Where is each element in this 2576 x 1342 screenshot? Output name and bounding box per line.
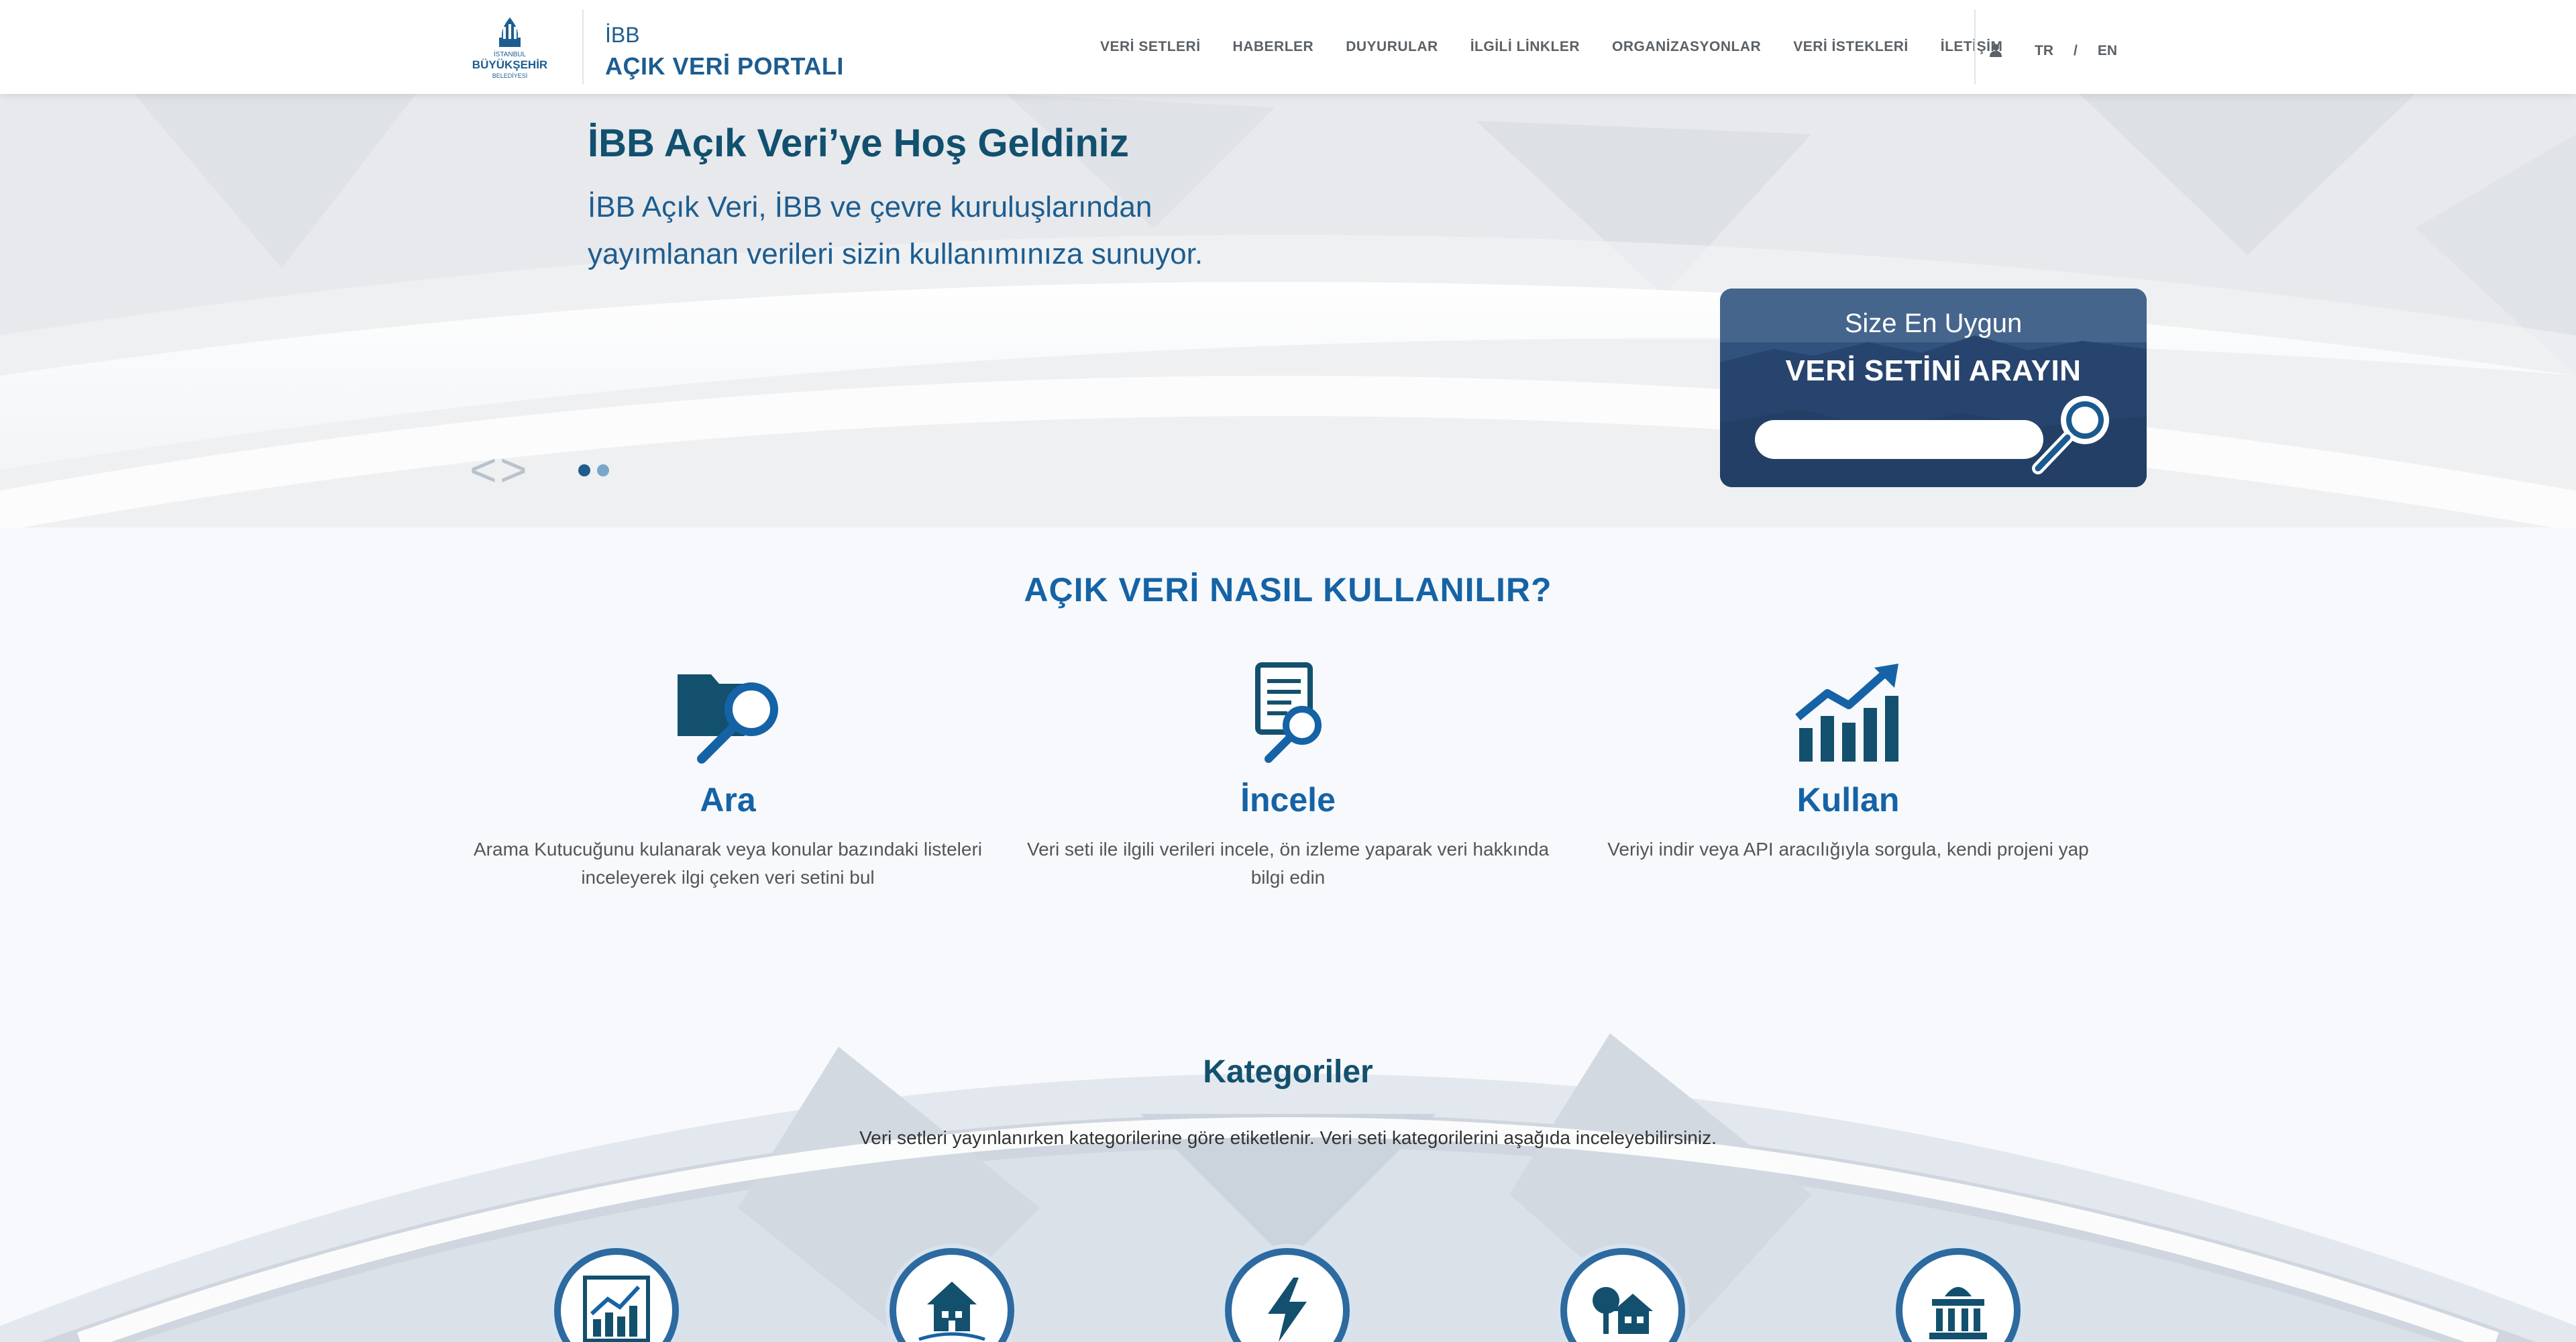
energy-bolt-icon	[1268, 1278, 1307, 1342]
brand-title[interactable]: AÇIK VERİ PORTALI	[605, 52, 844, 81]
svg-text:İSTANBUL: İSTANBUL	[494, 50, 527, 58]
hero-title: İBB Açık Veri’ye Hoş Geldiniz	[588, 121, 1129, 165]
how-step-inspect-text: Veri seti ile ilgili verileri incele, ön…	[1026, 839, 1550, 888]
hero-subtitle-line-1: İBB Açık Veri, İBB ve çevre kuruluşların…	[588, 191, 1152, 223]
lang-separator: /	[2074, 43, 2078, 58]
nav-veri-istekleri[interactable]: VERİ İSTEKLERİ	[1793, 39, 1909, 55]
search-icon[interactable]	[2018, 389, 2118, 476]
dataset-search-input[interactable]	[1755, 420, 2043, 459]
how-step-use-title: Kullan	[1796, 781, 1900, 819]
how-step-use: Kullan Veriyi indir veya API aracılığıyl…	[1587, 661, 2110, 864]
slider-dot-1[interactable]	[578, 464, 590, 476]
nav-haberler[interactable]: HABERLER	[1233, 39, 1314, 55]
svg-text:BÜYÜKŞEHİR: BÜYÜKŞEHİR	[472, 58, 547, 71]
how-step-search-title: Ara	[700, 781, 756, 819]
document-search-icon	[1255, 662, 1322, 763]
nav-veri-setleri[interactable]: VERİ SETLERİ	[1100, 39, 1201, 55]
environment-home-icon	[1593, 1287, 1653, 1334]
lang-tr[interactable]: TR	[2035, 43, 2053, 59]
brand-top[interactable]: İBB	[605, 23, 640, 48]
site-header: İSTANBUL BÜYÜKŞEHİR BELEDİYESİ İBB AÇIK …	[0, 0, 2576, 94]
how-step-search: Ara Arama Kutucuğunu kulanarak veya konu…	[466, 661, 989, 892]
slider-dot-2[interactable]	[597, 464, 609, 476]
nav-duyurular[interactable]: DUYURULAR	[1346, 39, 1438, 55]
categories-description: Veri setleri yayınlanırken kategorilerin…	[859, 1127, 1717, 1148]
how-step-inspect-title: İncele	[1240, 781, 1336, 819]
slider-dots	[578, 464, 609, 476]
how-step-inspect: İncele Veri seti ile ilgili verileri inc…	[1026, 661, 1550, 892]
lang-en[interactable]: EN	[2098, 43, 2117, 59]
nav-organizasyonlar[interactable]: ORGANİZASYONLAR	[1612, 39, 1761, 55]
main-nav: VERİ SETLERİ HABERLER DUYURULAR İLGİLİ L…	[1100, 0, 2035, 94]
house-icon	[918, 1282, 985, 1341]
hero-subtitle: İBB Açık Veri, İBB ve çevre kuruluşların…	[588, 184, 1393, 278]
hero-background	[0, 94, 2576, 527]
how-to-title: AÇIK VERİ NASIL KULLANILIR?	[1024, 571, 1552, 609]
search-subheading: Size En Uygun	[1844, 309, 2023, 338]
nav-divider	[1974, 9, 1976, 85]
growth-chart-icon	[1795, 664, 1898, 762]
hero-slider: İBB Açık Veri’ye Hoş Geldiniz İBB Açık V…	[0, 94, 2576, 527]
how-step-search-text: Arama Kutucuğunu kulanarak veya konular …	[474, 839, 982, 888]
user-icon[interactable]	[1988, 43, 2003, 58]
hero-subtitle-line-2: yayımlanan verileri sizin kullanımınıza …	[588, 238, 1203, 270]
how-step-use-text: Veriyi indir veya API aracılığıyla sorgu…	[1607, 839, 2089, 860]
ibb-logo-icon[interactable]: İSTANBUL BÜYÜKŞEHİR BELEDİYESİ	[463, 13, 557, 87]
svg-text:BELEDİYESİ: BELEDİYESİ	[492, 72, 528, 79]
logo-divider	[582, 9, 584, 85]
language-switcher: TR / EN	[2035, 43, 2117, 59]
economy-chart-icon	[583, 1276, 650, 1342]
categories-title: Kategoriler	[1203, 1054, 1373, 1090]
government-building-icon	[1929, 1287, 1987, 1339]
search-heading: VERİ SETİNİ ARAYIN	[1785, 354, 2082, 387]
slider-arrows[interactable]: <>	[470, 443, 530, 497]
nav-ilgili-linkler[interactable]: İLGİLİ LİNKLER	[1470, 39, 1580, 55]
dataset-search-box: Size En Uygun VERİ SETİNİ ARAYIN	[1720, 289, 2147, 487]
folder-search-icon	[678, 674, 778, 764]
